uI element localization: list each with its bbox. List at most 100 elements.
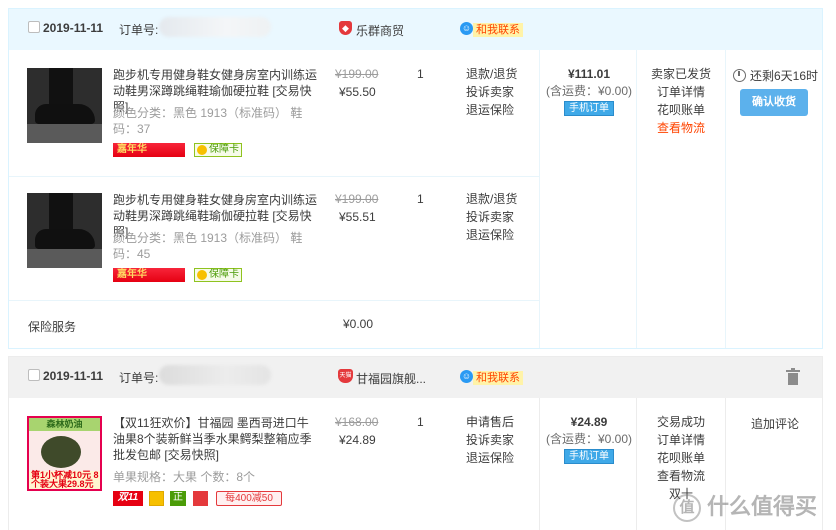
- trash-can: [788, 373, 798, 385]
- thumb-legs: [49, 68, 73, 108]
- order-number-redacted: [159, 365, 271, 385]
- discount-tag: 每400减50: [216, 491, 282, 506]
- thumb-shoe: [35, 229, 95, 249]
- carnival-badge: 嘉年华: [113, 143, 185, 157]
- order-detail-link[interactable]: 订单详情: [641, 83, 721, 101]
- after-sales-link[interactable]: 申请售后: [466, 413, 514, 431]
- divider: [539, 398, 540, 530]
- product-title-link[interactable]: 【双11狂欢价】甘福园 墨西哥进口牛油果8个装新鲜当季水果鳄梨整箱应季批发包邮 …: [113, 415, 319, 463]
- status-text: 交易成功: [656, 415, 705, 429]
- order-header: 2019-11-11 订单号: 天猫 甘福园旗舰... ☺ 和我联系: [9, 357, 822, 398]
- remaining-time-text: 还剩6天16时: [750, 69, 819, 83]
- view-logistics-link[interactable]: 查看物流: [641, 119, 721, 137]
- unit-price: ¥24.89: [339, 433, 376, 447]
- wangwang-icon[interactable]: ☺: [460, 22, 473, 35]
- divider: [9, 300, 539, 301]
- add-review-link[interactable]: 追加评论: [751, 415, 799, 432]
- order-header: 2019-11-11 订单号: ◆ 乐群商贸 ☺ 和我联系: [9, 9, 822, 50]
- order-number-redacted: [159, 17, 271, 37]
- watermark-logo-icon: 值: [673, 494, 701, 523]
- authentic-tag: 正: [170, 491, 186, 506]
- item-actions: 申请售后 投诉卖家 退运保险: [466, 413, 514, 467]
- status-text: 卖家已发货: [650, 67, 711, 81]
- thumb-legs: [49, 193, 73, 233]
- order-status: 卖家已发货 订单详情 花呗账单 查看物流: [641, 65, 721, 137]
- trash-lid: [786, 370, 800, 372]
- product-thumbnail[interactable]: [27, 193, 102, 268]
- product-spec: 颜色分类：黑色 1913（标准码） 鞋码：45: [113, 231, 303, 261]
- contact-seller-button[interactable]: 和我联系: [473, 371, 523, 385]
- thumb-banner: 森林奶油: [29, 418, 100, 431]
- return-insurance-link[interactable]: 退运保险: [466, 226, 517, 244]
- insurance-service-price: ¥0.00: [343, 317, 374, 331]
- view-logistics-link[interactable]: 查看物流: [641, 467, 721, 485]
- huabei-bill-link[interactable]: 花呗账单: [641, 101, 721, 119]
- order-number-label: 订单号:: [119, 371, 159, 385]
- quantity: 1: [417, 192, 424, 206]
- order-total: ¥24.89 (含运费：¥0.00) 手机订单: [541, 414, 637, 464]
- order-card: 2019-11-11 订单号: ◆ 乐群商贸 ☺ 和我联系 跑步机专用健身鞋女健…: [8, 8, 823, 349]
- confirm-receipt-button[interactable]: 确认收货: [740, 89, 808, 116]
- thumb-promo: 第1小杯减10元 8个装大果29.8元: [29, 470, 100, 489]
- complain-seller-link[interactable]: 投诉卖家: [466, 83, 517, 101]
- return-insurance-link[interactable]: 退运保险: [466, 449, 514, 467]
- insurance-service-label: 保险服务: [28, 320, 77, 334]
- clock-icon: [733, 69, 746, 82]
- shipping-fee: (含运费：¥0.00): [545, 432, 633, 446]
- shipping-fee: (含运费：¥0.00): [545, 84, 633, 98]
- original-price: ¥199.00: [335, 192, 379, 206]
- thumb-floor: [27, 124, 102, 143]
- double11-tag: 双11: [113, 491, 143, 506]
- item-actions: 退款/退货 投诉卖家 退运保险: [466, 190, 517, 244]
- badge-icon: [149, 491, 164, 506]
- divider: [9, 176, 539, 177]
- product-thumbnail[interactable]: [27, 68, 102, 143]
- product-spec: 颜色分类：黑色 1913（标准码） 鞋码：37: [113, 106, 303, 136]
- unit-price: ¥55.51: [339, 210, 376, 224]
- order-checkbox[interactable]: [28, 21, 40, 33]
- complain-seller-link[interactable]: 投诉卖家: [466, 208, 517, 226]
- mobile-order-tag: 手机订单: [564, 101, 614, 116]
- guarantee-card-badge[interactable]: 保障卡: [194, 143, 242, 157]
- remaining-time: 还剩6天16时: [733, 67, 818, 84]
- total-amount: ¥24.89: [570, 415, 608, 429]
- trash-icon[interactable]: [786, 368, 800, 385]
- watermark-text: 什么值得买: [707, 494, 818, 519]
- return-insurance-link[interactable]: 退运保险: [466, 101, 517, 119]
- divider: [725, 50, 726, 348]
- product-spec: 单果规格：大果 个数：8个: [113, 470, 256, 484]
- guarantee-card-badge[interactable]: 保障卡: [194, 268, 242, 282]
- product-thumbnail[interactable]: 森林奶油 第1小杯减10元 8个装大果29.8元: [27, 416, 102, 491]
- order-number-label: 订单号:: [119, 23, 159, 37]
- order-checkbox[interactable]: [28, 369, 40, 381]
- refund-return-link[interactable]: 退款/退货: [466, 65, 517, 83]
- avocado-image: [41, 436, 81, 468]
- order-detail-link[interactable]: 订单详情: [641, 431, 721, 449]
- order-total: ¥111.01 (含运费：¥0.00) 手机订单: [541, 66, 637, 116]
- unit-price: ¥55.50: [339, 85, 376, 99]
- mobile-order-tag: 手机订单: [564, 449, 614, 464]
- wangwang-icon[interactable]: ☺: [460, 370, 473, 383]
- contact-seller-button[interactable]: 和我联系: [473, 23, 523, 37]
- watermark: 值什么值得买: [673, 487, 833, 527]
- shop-name-link[interactable]: 乐群商贸: [356, 22, 404, 39]
- thumb-shoe: [35, 104, 95, 124]
- original-price: ¥168.00: [335, 415, 379, 429]
- red-badge-icon: [193, 491, 208, 506]
- thumb-floor: [27, 249, 102, 268]
- refund-return-link[interactable]: 退款/退货: [466, 190, 517, 208]
- order-date: 2019-11-11: [43, 369, 104, 383]
- shop-name-link[interactable]: 甘福园旗舰...: [356, 370, 426, 387]
- shop-icon: ◆: [339, 21, 352, 35]
- complain-seller-link[interactable]: 投诉卖家: [466, 431, 514, 449]
- huabei-bill-link[interactable]: 花呗账单: [641, 449, 721, 467]
- divider: [539, 50, 540, 348]
- carnival-badge: 嘉年华: [113, 268, 185, 282]
- original-price: ¥199.00: [335, 67, 379, 81]
- quantity: 1: [417, 415, 424, 429]
- order-date: 2019-11-11: [43, 21, 104, 35]
- tmall-icon: 天猫: [338, 369, 353, 383]
- item-actions: 退款/退货 投诉卖家 退运保险: [466, 65, 517, 119]
- total-amount: ¥111.01: [567, 67, 611, 81]
- quantity: 1: [417, 67, 424, 81]
